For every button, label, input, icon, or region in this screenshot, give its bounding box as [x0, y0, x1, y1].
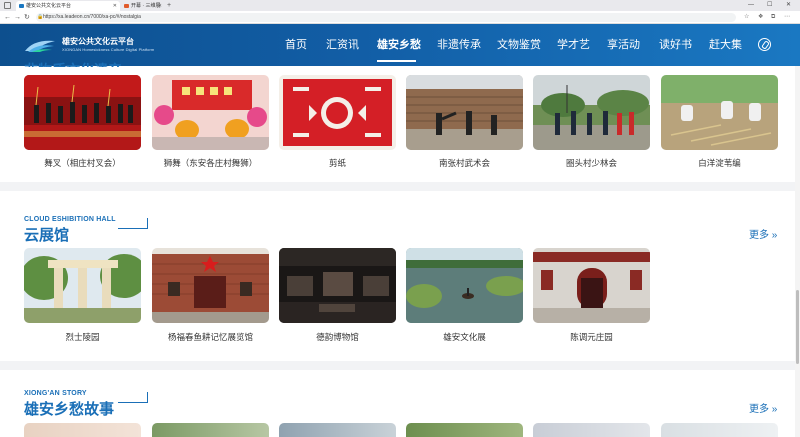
story-title-en: XIONG'AN STORY [24, 390, 87, 397]
exhibition-photo [406, 248, 523, 323]
heritage-photo [533, 75, 650, 150]
page-scrollbar[interactable] [795, 66, 800, 437]
site-subtitle: XIONGAN Homesickness Culture Digital Pla… [62, 47, 155, 52]
extensions-icon[interactable]: ⧉ [771, 13, 775, 22]
url-field[interactable]: 🔒 https://xa.leadeon.cn/7000/xa-pc/#/nos… [36, 13, 736, 22]
close-tab-icon[interactable]: ✕ [113, 1, 117, 11]
back-icon[interactable]: ← [4, 12, 11, 23]
forward-icon[interactable]: → [14, 12, 21, 23]
heritage-photo [279, 75, 396, 150]
heritage-photo [152, 75, 269, 150]
story-card[interactable] [533, 423, 650, 437]
exhibition-photo [279, 248, 396, 323]
story-more-link[interactable]: 更多 » [749, 400, 777, 415]
heritage-card-martial-arts[interactable] [406, 75, 523, 150]
nav-arts[interactable]: 学才艺 [557, 24, 590, 66]
heritage-card-reed-weaving[interactable] [661, 75, 778, 150]
lock-icon: 🔒 [37, 14, 44, 20]
heritage-caption: 白洋淀苇编 [698, 158, 741, 168]
nav-heritage[interactable]: 非遗传承 [437, 24, 481, 66]
scrollbar-thumb[interactable] [796, 290, 799, 364]
exhibition-more-link[interactable]: 更多 » [749, 226, 777, 241]
url-text: https://xa.leadeon.cn/7000/xa-pc/#/nosta… [43, 14, 141, 20]
title-bracket-decoration [118, 218, 148, 229]
section-divider [0, 182, 800, 191]
favicon-icon [19, 4, 24, 8]
exhibition-caption: 陈调元庄园 [570, 332, 613, 342]
exhibition-card-xiongan-culture[interactable] [406, 248, 523, 323]
heritage-caption: 舞叉（相庄村叉会） [44, 158, 121, 168]
exhibition-card-fishing-memory[interactable] [152, 248, 269, 323]
exhibition-caption: 烈士陵园 [65, 332, 100, 342]
story-card[interactable] [406, 423, 523, 437]
story-card[interactable] [279, 423, 396, 437]
tab-actions-icon[interactable] [4, 2, 11, 9]
maximize-button[interactable]: ☐ [767, 0, 772, 11]
story-card[interactable] [152, 423, 269, 437]
heritage-photo [24, 75, 141, 150]
close-tab-icon[interactable]: ✕ [158, 1, 162, 11]
exhibition-photo [533, 248, 650, 323]
heritage-heading: 非物质文化遗产 [24, 60, 122, 67]
exhibition-photo [24, 248, 141, 323]
nav-active-indicator [377, 60, 416, 62]
exhibition-title-en: CLOUD ESHIBITION HALL [24, 216, 116, 223]
browser-tab-bar: 雄安公共文化云平台 ✕ 开幕 · 三维展示 ✕ + — ☐ ✕ [0, 0, 800, 19]
nav-news[interactable]: 汇资讯 [326, 24, 359, 66]
title-bracket-decoration [118, 392, 148, 403]
heritage-card-wucha[interactable] [24, 75, 141, 150]
story-title: 雄安乡愁故事 [24, 401, 115, 418]
bookmark-star-icon[interactable]: ☆ [744, 13, 749, 22]
heritage-photo [406, 75, 523, 150]
close-window-button[interactable]: ✕ [786, 0, 791, 11]
logo-icon[interactable] [24, 37, 56, 53]
reload-icon[interactable]: ↻ [24, 12, 30, 23]
site-title: 雄安公共文化云平台 [62, 37, 134, 46]
nav-home[interactable]: 首页 [285, 24, 307, 66]
exhibition-photo [152, 248, 269, 323]
nav-reading[interactable]: 读好书 [659, 24, 692, 66]
new-tab-button[interactable]: + [167, 0, 171, 11]
story-card[interactable] [24, 423, 141, 437]
exhibition-card-martyrs-cemetery[interactable] [24, 248, 141, 323]
exhibition-title: 云展馆 [24, 227, 70, 244]
menu-icon[interactable]: ⋯ [784, 13, 790, 22]
browser-tab[interactable]: 开幕 · 三维展示 ✕ [121, 1, 165, 19]
story-card[interactable] [661, 423, 778, 437]
nav-activities[interactable]: 享活动 [607, 24, 640, 66]
exhibition-caption: 雄安文化展 [443, 332, 486, 342]
exhibition-card-chen-manor[interactable] [533, 248, 650, 323]
nav-market[interactable]: 赶大集 [709, 24, 742, 66]
exhibition-caption: 杨福春鱼耕记忆展览馆 [167, 332, 253, 342]
minimize-button[interactable]: — [748, 0, 754, 11]
exhibition-card-deyun-museum[interactable] [279, 248, 396, 323]
heritage-card-shaolin[interactable] [533, 75, 650, 150]
heritage-photo [661, 75, 778, 150]
browser-tab-active[interactable]: 雄安公共文化云平台 ✕ [16, 1, 120, 11]
heritage-card-lion-dance[interactable] [152, 75, 269, 150]
heritage-caption: 剪纸 [328, 158, 346, 168]
favicon-icon [124, 4, 129, 8]
exhibition-caption: 德韵博物馆 [316, 332, 359, 342]
section-divider [0, 361, 800, 370]
nav-relics[interactable]: 文物鉴赏 [497, 24, 541, 66]
user-icon[interactable] [758, 38, 771, 51]
address-bar: ← → ↻ 🔒 https://xa.leadeon.cn/7000/xa-pc… [0, 11, 800, 24]
heritage-caption: 南张村武术会 [438, 158, 490, 168]
heritage-caption: 圈头村少林会 [565, 158, 617, 168]
heritage-card-papercut[interactable] [279, 75, 396, 150]
favorites-icon[interactable]: ❖ [758, 13, 763, 22]
tab-label: 雄安公共文化云平台 [26, 3, 72, 9]
heritage-caption: 狮舞（东安各庄村舞狮） [163, 158, 258, 168]
